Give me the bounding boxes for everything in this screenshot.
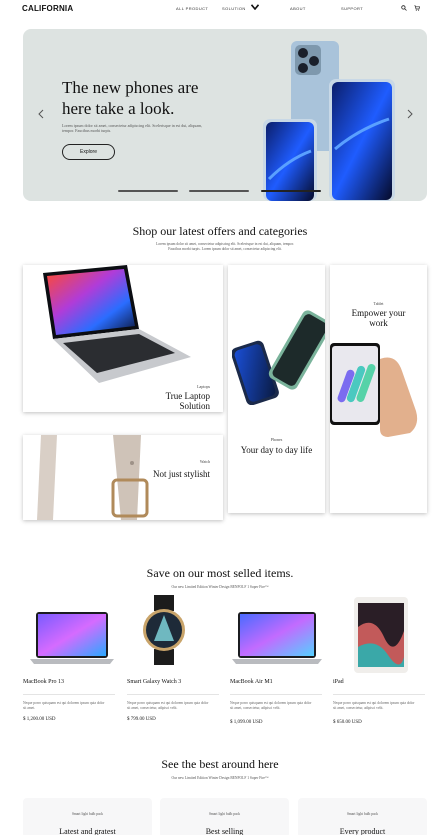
hero-banner: The new phones are here take a look. Lor… xyxy=(23,29,427,201)
nav-link-support[interactable]: SUPPORT xyxy=(341,6,363,11)
slide-indicator-2[interactable] xyxy=(189,190,249,192)
cart-icon[interactable] xyxy=(414,5,420,11)
phones-image xyxy=(232,310,325,405)
hero-subtitle: Lorem ipsum dolor sit amet, consectetur … xyxy=(62,123,203,133)
category-card-laptops[interactable]: Laptops True Laptop Solution xyxy=(23,265,223,412)
best-card[interactable]: Smart light bulb pack Every product xyxy=(298,798,427,835)
categories-subtitle: Lorem ipsum dolor sit amet, consectetur … xyxy=(156,242,294,251)
nav-link-solution[interactable]: SOLUTION xyxy=(222,6,246,11)
category-title: True Laptop Solution xyxy=(165,391,210,411)
divider xyxy=(127,694,219,695)
category-title: Empower your work xyxy=(351,308,406,328)
category-title: Your day to day life xyxy=(240,445,313,455)
ipad-image[interactable] xyxy=(354,597,408,673)
product-description: Neque porro quisquam est qui dolorem ips… xyxy=(127,701,209,710)
category-card-tablet[interactable]: Tablet Empower your work xyxy=(330,265,427,513)
product-price: $ 799.00 USD xyxy=(127,717,156,722)
hero-title: The new phones are here take a look. xyxy=(62,78,199,118)
search-icon[interactable] xyxy=(401,5,407,11)
hero-phones-image xyxy=(263,41,395,201)
best-card[interactable]: Smart light bulb pack Latest and gratest xyxy=(23,798,152,835)
logo[interactable]: CALIFORNIA xyxy=(22,4,73,13)
nav-link-all-product[interactable]: ALL PRODUCT xyxy=(176,6,208,11)
tablet-image xyxy=(330,343,418,437)
slide-indicator-1[interactable] xyxy=(118,190,178,192)
divider xyxy=(23,694,115,695)
best-card-title: Latest and gratest xyxy=(59,827,116,835)
macbook-air-image[interactable] xyxy=(232,608,324,666)
category-card-watch[interactable]: Watch Not just stylisht xyxy=(23,435,223,520)
slide-indicator-3[interactable] xyxy=(261,190,321,192)
product-name[interactable]: MacBook Air M1 xyxy=(230,679,273,685)
product-description: Neque porro quisquam est qui dolorem ips… xyxy=(333,701,415,710)
category-card-phones[interactable]: Phones Your day to day life xyxy=(228,265,325,513)
best-subtitle: Our new Limited Edition Winter Design BE… xyxy=(171,776,269,780)
best-card[interactable]: Smart light bulb pack Best selling xyxy=(160,798,289,835)
nav-link-about[interactable]: ABOUT xyxy=(290,6,306,11)
chevron-left-icon[interactable] xyxy=(37,109,45,119)
explore-button[interactable]: Explore xyxy=(62,144,115,160)
best-title: See the best around here xyxy=(161,757,279,771)
products-subtitle: Our new Limited Edition Winter Design BE… xyxy=(171,585,269,589)
top-nav: CALIFORNIA ALL PRODUCT SOLUTION ABOUT SU… xyxy=(0,0,440,18)
best-card-kicker: Smart light bulb pack xyxy=(208,812,241,816)
best-card-title: Every product xyxy=(339,827,386,835)
macbook-pro-image[interactable] xyxy=(30,608,116,666)
divider xyxy=(230,694,322,695)
product-name[interactable]: Smart Galaxy Watch 3 xyxy=(127,679,181,685)
best-card-kicker: Smart light bulb pack xyxy=(346,812,379,816)
category-kicker: Watch xyxy=(199,459,210,464)
galaxy-watch-image[interactable] xyxy=(140,595,188,665)
watch-band-image xyxy=(37,435,149,520)
product-price: $ 650.00 USD xyxy=(333,720,362,725)
category-kicker: Tablet xyxy=(373,301,384,306)
categories-title: Shop our latest offers and categories xyxy=(132,224,308,238)
chevron-down-icon[interactable] xyxy=(251,4,259,10)
laptop-image xyxy=(43,265,191,383)
product-name[interactable]: iPad xyxy=(333,679,344,685)
category-kicker: Phones xyxy=(270,437,283,442)
product-description: Neque porro quisquam est qui dolorem ips… xyxy=(23,701,105,710)
best-card-title: Best selling xyxy=(205,827,244,835)
best-card-kicker: Smart light bulb pack xyxy=(71,812,104,816)
category-title: Not just stylisht xyxy=(152,469,210,479)
product-price: $ 1,200.00 USD xyxy=(23,717,56,722)
divider xyxy=(333,694,425,695)
category-kicker: Laptops xyxy=(197,384,210,389)
product-price: $ 1,099.00 USD xyxy=(230,720,263,725)
chevron-right-icon[interactable] xyxy=(406,109,414,119)
products-title: Save on our most selled items. xyxy=(146,566,294,580)
product-name[interactable]: MacBook Pro 13 xyxy=(23,679,64,685)
product-description: Neque porro quisquam est qui dolorem ips… xyxy=(230,701,312,710)
